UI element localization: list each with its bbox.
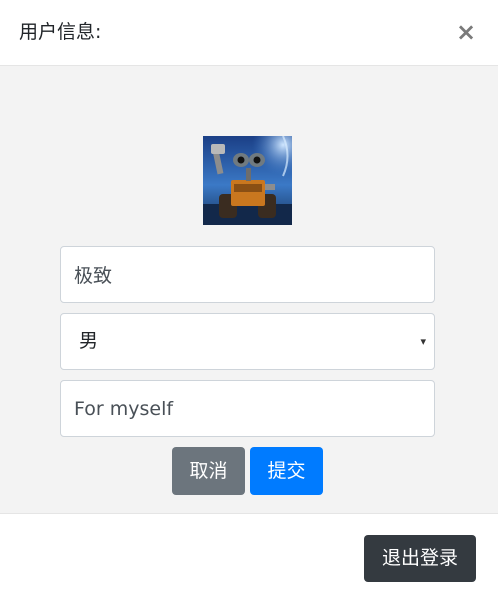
dialog-body: 男 ▾ 取消 提交 [0,66,498,514]
chevron-down-icon: ▾ [420,335,426,348]
cancel-button[interactable]: 取消 [172,447,245,495]
dialog-header: 用户信息: × [0,0,498,66]
avatar[interactable] [203,136,292,225]
dialog-footer: 退出登录 [0,514,498,600]
gender-select-value: 男 [79,330,99,352]
submit-button[interactable]: 提交 [250,447,323,495]
dialog-title: 用户信息: [19,21,102,43]
user-info-dialog: 用户信息: × 极致 男 ▾ For myself 取消 提交 退出登录 [0,0,498,600]
robot-avatar-image [203,136,292,225]
name-input[interactable] [60,246,435,303]
close-icon[interactable]: × [456,18,476,46]
logout-button[interactable]: 退出登录 [364,535,476,582]
gender-select[interactable]: 男 ▾ [60,313,435,370]
note-input[interactable] [60,380,435,437]
